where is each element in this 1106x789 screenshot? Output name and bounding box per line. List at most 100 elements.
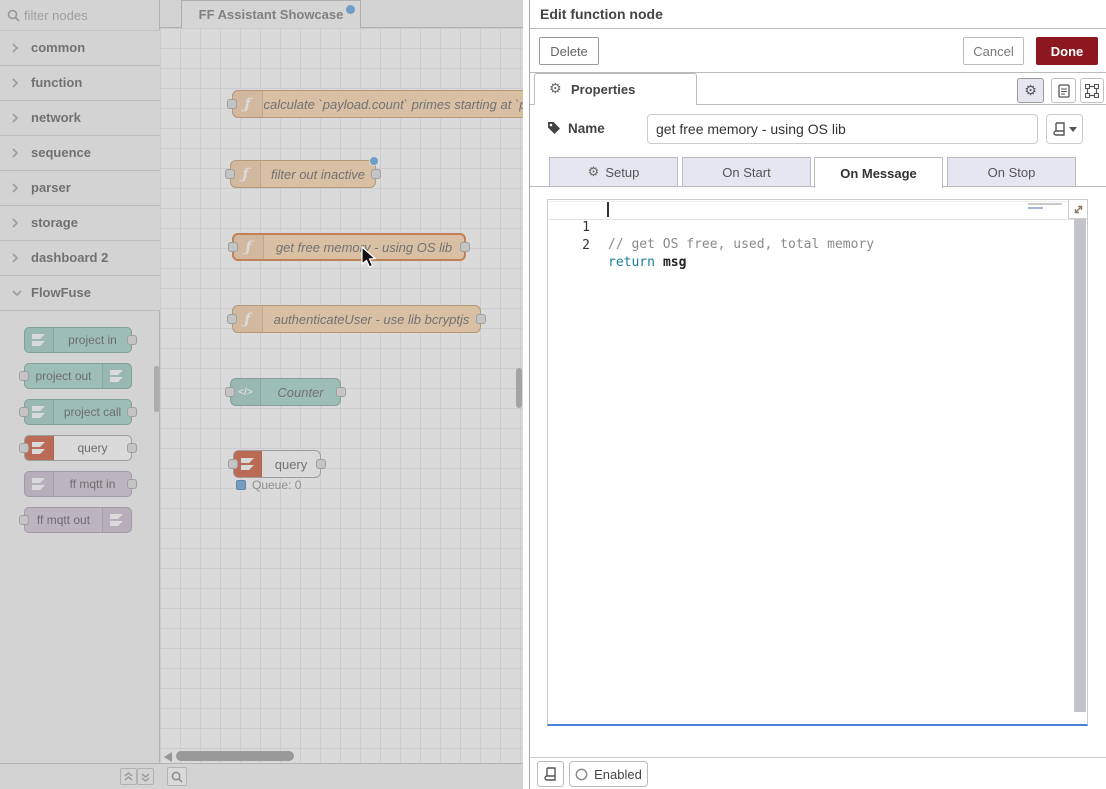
input-port[interactable]	[227, 314, 237, 324]
function-icon: ƒ	[233, 306, 263, 332]
flow-tab-label: FF Assistant Showcase	[182, 7, 360, 22]
palette-search[interactable]: filter nodes	[0, 0, 160, 31]
mqtt-icon	[25, 472, 54, 496]
tab-on-message[interactable]: On Message	[814, 157, 943, 188]
code-line-2[interactable]: 2 returnmsg	[548, 220, 1087, 237]
code-icon: </>	[231, 379, 261, 405]
delete-button[interactable]: Delete	[539, 37, 599, 65]
node-query[interactable]: query	[233, 450, 321, 478]
code-line-1[interactable]: 1 // get OS free, used, total memory	[548, 202, 1087, 219]
palette-category-network[interactable]: network	[0, 101, 160, 136]
output-port[interactable]	[336, 387, 346, 397]
palette-category-function[interactable]: function	[0, 66, 160, 101]
chevron-down-icon	[11, 289, 23, 297]
workspace-region: filter nodes common function network seq…	[0, 0, 523, 789]
minimap-line	[1028, 207, 1043, 209]
function-icon: ƒ	[233, 91, 263, 117]
input-port[interactable]	[228, 459, 238, 469]
output-port[interactable]	[127, 407, 137, 417]
description-view-button[interactable]	[1051, 78, 1076, 103]
caret-down-icon	[1069, 127, 1077, 132]
input-port[interactable]	[225, 169, 235, 179]
tab-properties[interactable]: ⚙ Properties	[534, 73, 697, 105]
node-get-free-memory[interactable]: ƒ get free memory - using OS lib	[232, 233, 466, 261]
horizontal-scrollbar[interactable]	[176, 751, 294, 761]
gear-icon: ⚙	[549, 81, 562, 97]
palette-category-dashboard-2[interactable]: dashboard 2	[0, 241, 160, 276]
input-port[interactable]	[19, 443, 29, 453]
flow-modified-dot	[346, 5, 355, 14]
enabled-toggle-button[interactable]: Enabled	[569, 761, 648, 787]
name-label: Name	[547, 121, 605, 136]
tab-on-start[interactable]: On Start	[682, 157, 811, 187]
vertical-scrollbar[interactable]	[516, 368, 522, 408]
code-editor[interactable]: 1 // get OS free, used, total memory 2 r…	[547, 199, 1088, 726]
palette-node-project-call[interactable]: project call	[24, 399, 132, 425]
palette-search-placeholder: filter nodes	[24, 8, 88, 23]
input-port[interactable]	[228, 242, 238, 252]
input-port[interactable]	[227, 99, 237, 109]
tab-on-stop[interactable]: On Stop	[947, 157, 1076, 187]
search-icon	[7, 9, 20, 22]
input-port[interactable]	[19, 515, 29, 525]
expand-editor-button[interactable]	[1068, 200, 1087, 219]
library-button[interactable]	[1046, 114, 1083, 144]
scroll-left-icon[interactable]	[164, 752, 172, 762]
palette-category-storage[interactable]: storage	[0, 206, 160, 241]
editor-scrollbar[interactable]	[1074, 219, 1086, 712]
output-port[interactable]	[316, 459, 326, 469]
name-input[interactable]	[647, 114, 1038, 144]
palette-collapse-button[interactable]	[120, 768, 137, 785]
palette-node-project-in[interactable]: project in	[24, 327, 132, 353]
palette-node-ff-mqtt-out[interactable]: ff mqtt out	[24, 507, 132, 533]
node-status-text: Queue: 0	[252, 478, 301, 492]
node-filter-out-inactive[interactable]: ƒ filter out inactive	[230, 160, 376, 188]
zoom-search-button[interactable]	[167, 767, 187, 786]
book-icon	[1053, 122, 1066, 136]
tray-resize-handle[interactable]	[523, 0, 529, 789]
appearance-icon	[1085, 84, 1099, 98]
palette-node-project-out[interactable]: project out	[24, 363, 132, 389]
output-port[interactable]	[127, 443, 137, 453]
circle-icon	[575, 768, 588, 781]
flow-tab[interactable]: FF Assistant Showcase	[181, 0, 361, 28]
output-port[interactable]	[127, 335, 137, 345]
chevron-right-icon	[11, 77, 19, 89]
node-status-dot	[236, 480, 246, 490]
divider	[530, 28, 1106, 29]
tab-setup[interactable]: ⚙Setup	[549, 157, 678, 187]
palette-category-sequence[interactable]: sequence	[0, 136, 160, 171]
divider	[530, 757, 1106, 758]
palette-category-common[interactable]: common	[0, 31, 160, 66]
document-icon	[1058, 84, 1070, 98]
library-export-button[interactable]	[537, 761, 564, 787]
palette-expand-button[interactable]	[137, 768, 154, 785]
palette-scrollbar[interactable]	[154, 366, 159, 412]
node-authenticate-user[interactable]: ƒ authenticateUser - use lib bcryptjs	[232, 305, 481, 333]
palette-category-parser[interactable]: parser	[0, 171, 160, 206]
palette-node-ff-mqtt-in[interactable]: ff mqtt in	[24, 471, 132, 497]
palette-category-flowfuse[interactable]: FlowFuse	[0, 276, 160, 311]
output-port[interactable]	[371, 169, 381, 179]
input-port[interactable]	[19, 371, 29, 381]
flowfuse-icon	[25, 400, 54, 424]
output-port[interactable]	[476, 314, 486, 324]
palette-node-query[interactable]: query	[24, 435, 132, 461]
function-icon: ƒ	[231, 161, 261, 187]
cancel-button[interactable]: Cancel	[963, 37, 1024, 65]
done-button[interactable]: Done	[1036, 37, 1098, 65]
node-counter[interactable]: </> Counter	[230, 378, 341, 406]
node-red-editor: filter nodes common function network seq…	[0, 0, 1106, 789]
output-port[interactable]	[127, 479, 137, 489]
flowfuse-icon	[25, 328, 54, 352]
chevron-right-icon	[11, 112, 19, 124]
workspace-footer	[0, 763, 523, 789]
appearance-view-button[interactable]	[1080, 78, 1104, 103]
node-calculate-primes[interactable]: ƒ calculate `payload.count` primes start…	[232, 90, 523, 118]
input-port[interactable]	[19, 407, 29, 417]
minimap-line	[1028, 203, 1062, 205]
output-port[interactable]	[460, 242, 470, 252]
input-port[interactable]	[225, 387, 235, 397]
properties-view-button[interactable]: ⚙	[1017, 78, 1044, 103]
magnifier-icon	[171, 771, 183, 783]
